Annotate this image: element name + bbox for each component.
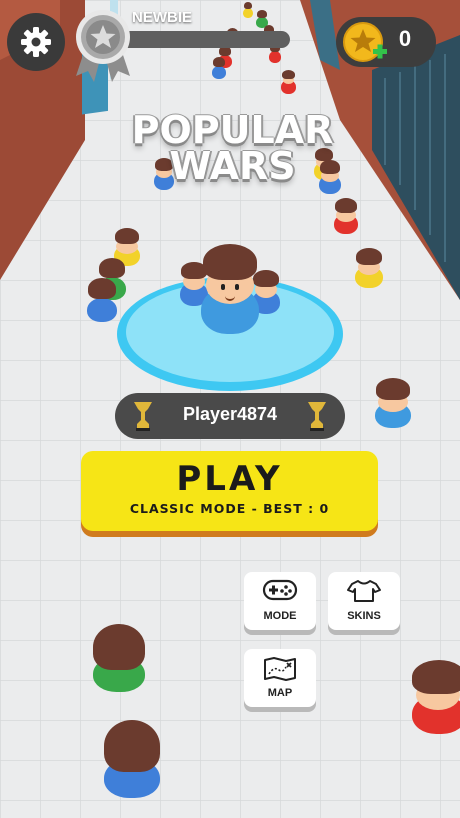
character: [281, 70, 296, 94]
tshirt-icon: [347, 580, 381, 602]
play-button[interactable]: PLAY CLASSIC MODE - BEST : 0: [81, 451, 378, 531]
play-mode-subtitle: CLASSIC MODE - BEST : 0: [129, 501, 330, 516]
character: [355, 248, 383, 288]
player-name: Player4874: [182, 404, 278, 424]
gear-icon: [21, 27, 51, 57]
skins-button[interactable]: SKINS: [328, 572, 400, 630]
rank-name: NEWBIE: [132, 9, 192, 26]
mode-label: MODE: [263, 610, 297, 622]
map-button[interactable]: MAP: [244, 649, 316, 707]
character: [87, 278, 117, 322]
game-screen: { "title": { "line1": "POPULAR", "line2"…: [0, 0, 460, 818]
rank-progress-bar: [118, 31, 290, 48]
character: [334, 198, 358, 234]
rank-badge-icon: [76, 10, 130, 82]
star-coin-icon: [343, 22, 387, 62]
map-label: MAP: [267, 687, 293, 699]
coin-counter: [336, 17, 436, 67]
game-title: POPULAR WARS: [120, 108, 345, 188]
gamepad-icon: [262, 579, 298, 601]
character: [212, 57, 226, 79]
mode-button[interactable]: MODE: [244, 572, 316, 630]
coin-count: 0: [398, 26, 412, 51]
settings-button[interactable]: [7, 13, 65, 71]
title-line-2: WARS: [169, 144, 296, 188]
map-icon: [264, 657, 296, 681]
play-label: PLAY: [176, 459, 283, 499]
title-line-1: POPULAR: [131, 108, 334, 152]
character: [412, 660, 460, 734]
character: [243, 2, 253, 18]
player-character: [201, 244, 259, 334]
character: [93, 624, 145, 692]
character: [104, 720, 160, 798]
character: [375, 378, 411, 428]
skins-label: SKINS: [347, 610, 381, 622]
